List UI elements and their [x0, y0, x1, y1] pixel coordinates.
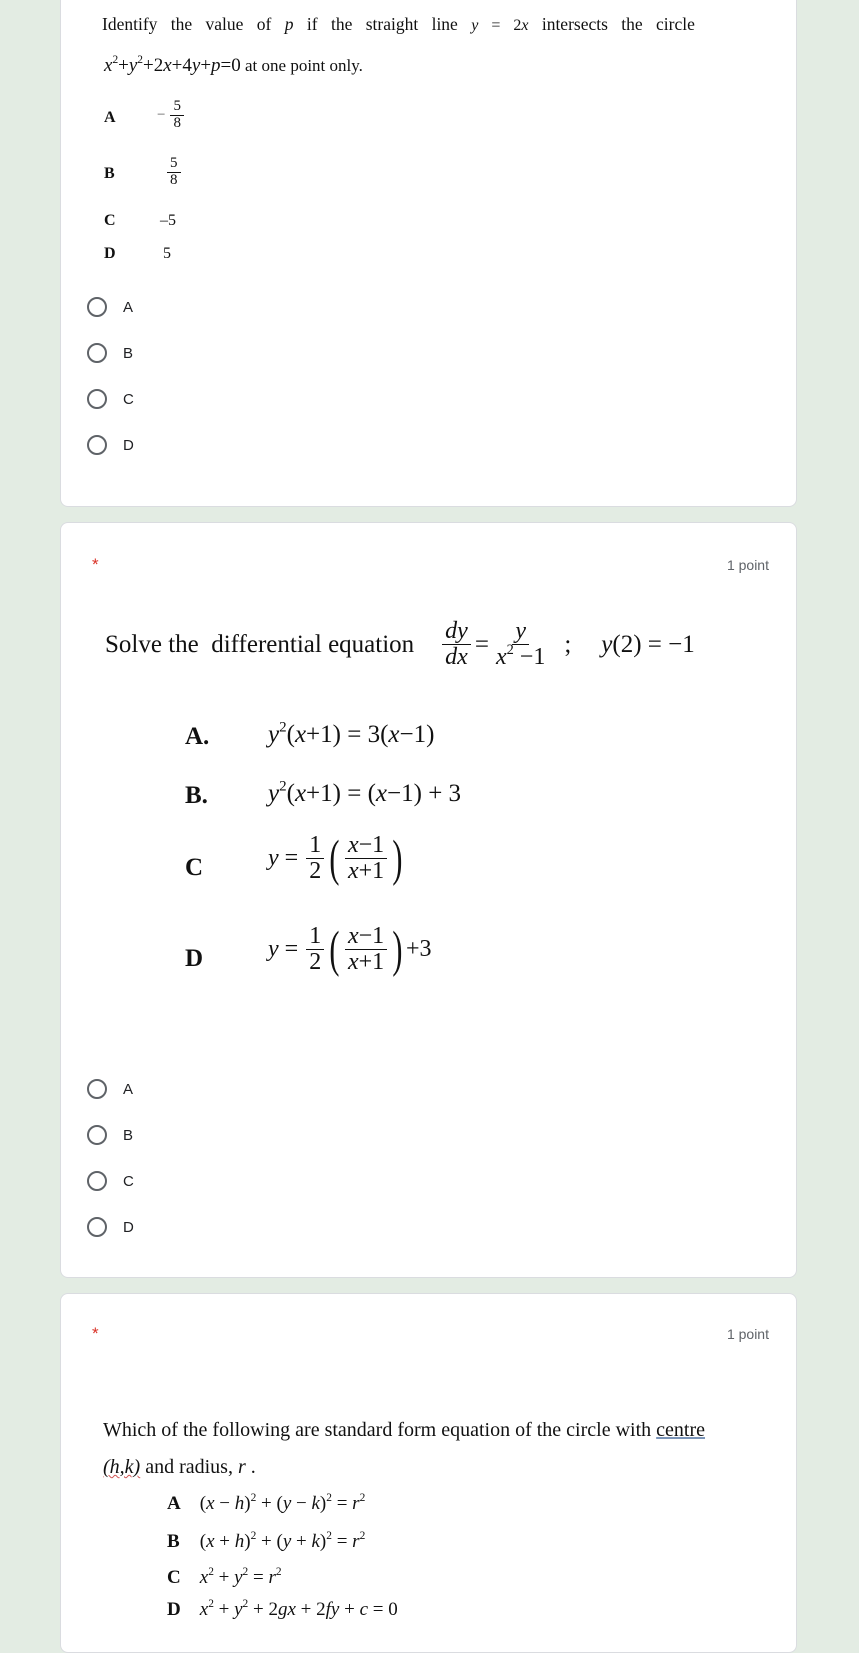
- denominator: 8: [173, 114, 181, 131]
- question-stem-line-1: Which of the following are standard form…: [103, 1419, 705, 1442]
- image-option-d: D: [185, 945, 203, 973]
- stem-end: .: [250, 1456, 256, 1478]
- stem-var-p: p: [284, 14, 294, 34]
- option-letter: B.: [185, 782, 208, 809]
- denominator: 8: [170, 171, 178, 188]
- stem-text: intersects the circle: [541, 14, 695, 34]
- option-letter: C: [185, 854, 204, 881]
- differential-equation: dy dx = y x2 −1 ;: [440, 618, 601, 670]
- circle-equation: x2+y2+2x+4y+p=0: [104, 54, 241, 76]
- image-option-b: B.: [185, 782, 208, 810]
- radio-button[interactable]: [87, 435, 107, 455]
- numerator: 5: [167, 155, 181, 173]
- question-stem-line-2: (h,k) and radius, r .: [103, 1456, 256, 1479]
- radio-option-a[interactable]: A: [87, 297, 133, 317]
- option-letter: A.: [185, 723, 210, 750]
- radio-button[interactable]: [87, 1079, 107, 1099]
- radio-option-c[interactable]: C: [87, 389, 134, 409]
- option-letter: D: [167, 1599, 181, 1620]
- option-letter: A: [167, 1493, 181, 1514]
- option-letter: C: [167, 1567, 181, 1588]
- radio-label: D: [123, 436, 134, 454]
- points-label: 1 point: [726, 1326, 769, 1342]
- stem-text: Solve the differential equation: [105, 630, 415, 658]
- question-card-2: * 1 point Solve the differential equatio…: [60, 522, 797, 1278]
- option-letter: A: [104, 109, 116, 126]
- image-option-b-value: 5 8: [165, 155, 183, 189]
- option-letter: B: [167, 1531, 180, 1552]
- image-option-d-value: y = 12 ( x−1 x+1 ) +3: [268, 921, 432, 978]
- radio-label: B: [123, 344, 134, 362]
- numerator: 5: [170, 98, 184, 116]
- radio-label: A: [123, 298, 134, 316]
- image-option-c: C: [185, 854, 203, 882]
- stem-underlined-word: centre: [656, 1419, 706, 1441]
- image-option-a-value: y2(x+1) = 3(x−1): [268, 719, 435, 748]
- radio-option-b[interactable]: B: [87, 1125, 133, 1145]
- radio-label: B: [123, 1126, 134, 1144]
- stem-text: Which of the following are standard form…: [103, 1419, 652, 1441]
- option-letter: B: [104, 165, 115, 182]
- radio-label: A: [123, 1080, 134, 1098]
- radio-button[interactable]: [87, 1125, 107, 1145]
- fraction: 5 8: [170, 98, 184, 132]
- question-stem-line-1: Identify the value of p if the straight …: [102, 14, 695, 35]
- image-option-c: C: [104, 212, 116, 230]
- stem-text: Identify the value of: [102, 14, 272, 34]
- required-asterisk: *: [92, 1324, 99, 1343]
- image-option-a-value: − 5 8: [157, 98, 186, 132]
- initial-condition: y(2) = −1: [601, 630, 695, 658]
- image-option-d: D: [104, 245, 116, 263]
- radio-label: D: [123, 1218, 134, 1236]
- fraction: 5 8: [167, 155, 181, 189]
- radio-option-b[interactable]: B: [87, 343, 133, 363]
- radio-option-d[interactable]: D: [87, 435, 134, 455]
- required-asterisk: *: [92, 555, 99, 574]
- minus-sign: −: [157, 106, 166, 123]
- image-option-d: D x2 + y2 + 2gx + 2fy + c = 0: [167, 1598, 398, 1620]
- image-option-c: C x2 + y2 = r2: [167, 1566, 282, 1588]
- radio-button[interactable]: [87, 1217, 107, 1237]
- image-option-b-value: y2(x+1) = (x−1) + 3: [268, 778, 462, 807]
- stem-hk: (h,k): [103, 1456, 141, 1478]
- points-label: 1 point: [726, 557, 769, 573]
- image-option-c-value: –5: [160, 212, 176, 229]
- question-stem-line-2: x2+y2+2x+4y+p=0 at one point only.: [104, 54, 363, 77]
- stem-text: if the straight line: [306, 14, 458, 34]
- radio-button[interactable]: [87, 297, 107, 317]
- line-equation: y = 2x: [471, 17, 529, 34]
- radio-button[interactable]: [87, 343, 107, 363]
- image-option-b: B (x + h)2 + (y + k)2 = r2: [167, 1530, 366, 1552]
- option-letter: C: [104, 212, 116, 229]
- image-option-b: B: [104, 165, 115, 183]
- radio-label: C: [123, 1172, 134, 1190]
- option-letter: D: [104, 245, 116, 262]
- question-card-3: * 1 point Which of the following are sta…: [60, 1293, 797, 1653]
- option-letter: D: [185, 945, 204, 972]
- radio-option-c[interactable]: C: [87, 1171, 134, 1191]
- radio-option-a[interactable]: A: [87, 1079, 133, 1099]
- radio-button[interactable]: [87, 389, 107, 409]
- radio-label: C: [123, 390, 134, 408]
- image-option-d-value: 5: [163, 245, 171, 262]
- stem-r: r: [237, 1456, 246, 1478]
- image-option-a: A: [104, 109, 116, 127]
- radio-button[interactable]: [87, 1171, 107, 1191]
- image-option-c-value: y = 12 ( x−1 x+1 ): [268, 830, 403, 887]
- image-option-a: A (x − h)2 + (y − k)2 = r2: [167, 1492, 366, 1514]
- stem-text: and radius,: [145, 1456, 233, 1478]
- image-option-a: A.: [185, 723, 209, 751]
- question-stem: Solve the differential equation dy dx = y…: [105, 618, 695, 670]
- question-card-1: Identify the value of p if the straight …: [60, 0, 797, 507]
- stem-text: at one point only.: [245, 56, 363, 75]
- radio-option-d[interactable]: D: [87, 1217, 134, 1237]
